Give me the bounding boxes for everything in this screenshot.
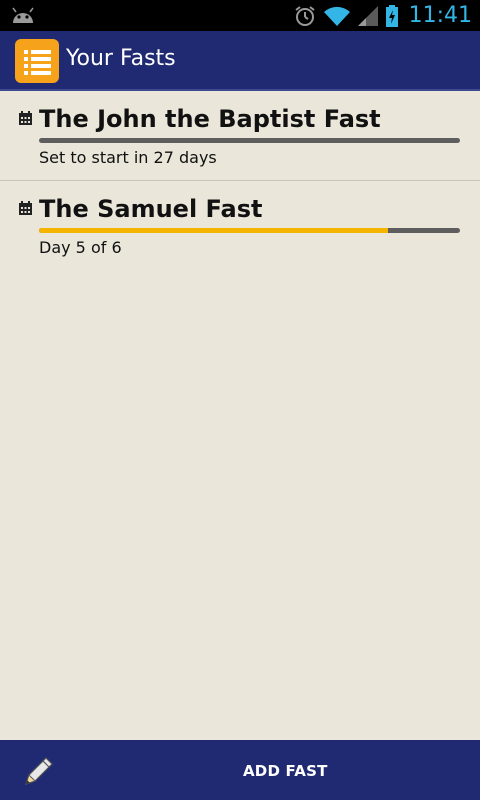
progress-bar [39, 228, 460, 233]
divider [0, 180, 480, 181]
fast-title: The John the Baptist Fast [39, 105, 381, 133]
alarm-icon [294, 5, 315, 26]
wifi-icon [323, 6, 350, 26]
fast-status: Set to start in 27 days [39, 148, 217, 167]
list-item[interactable]: The Samuel Fast Day 5 of 6 [0, 183, 480, 271]
action-bar: Your Fasts [0, 31, 480, 91]
progress-bar [39, 138, 460, 143]
calendar-icon [19, 111, 32, 125]
bottom-bar: ADD FAST [0, 740, 480, 800]
status-time: 11:41 [408, 3, 472, 28]
list-icon[interactable] [15, 39, 59, 83]
battery-charging-icon [385, 4, 398, 27]
page-title: Your Fasts [66, 46, 176, 71]
pencil-icon[interactable] [20, 752, 58, 790]
progress-fill [39, 228, 389, 233]
android-icon [12, 7, 34, 23]
fast-title: The Samuel Fast [39, 195, 263, 223]
calendar-icon [19, 201, 32, 215]
status-bar: 11:41 [0, 0, 480, 31]
signal-icon [357, 5, 378, 26]
list-item[interactable]: The John the Baptist Fast Set to start i… [0, 93, 480, 181]
fast-status: Day 5 of 6 [39, 238, 122, 257]
add-fast-button[interactable]: ADD FAST [243, 762, 328, 780]
